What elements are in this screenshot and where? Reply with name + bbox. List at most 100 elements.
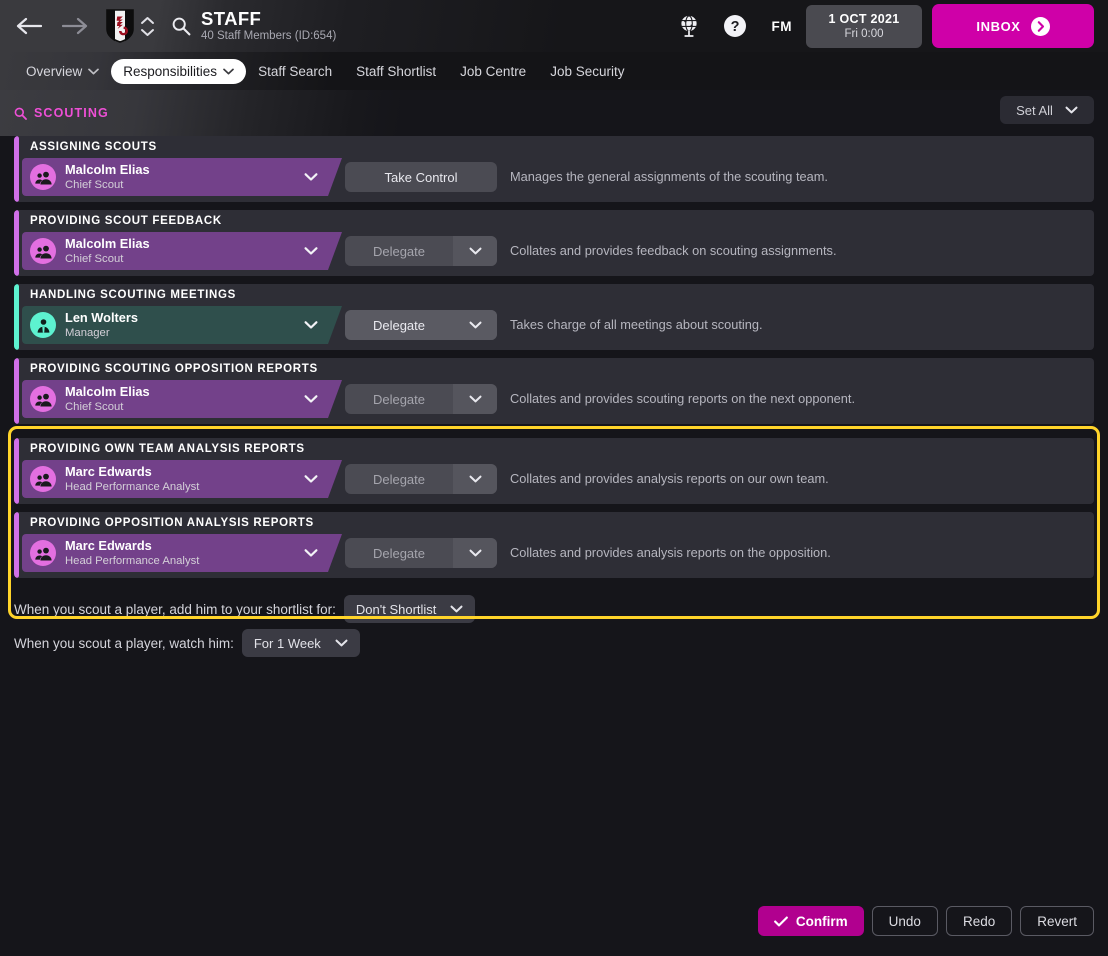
responsibility-label: HANDLING SCOUTING MEETINGS: [30, 289, 237, 301]
tab-job-security[interactable]: Job Security: [538, 59, 636, 84]
tab-job-centre[interactable]: Job Centre: [448, 59, 538, 84]
set-all-button[interactable]: Set All: [1000, 96, 1094, 124]
chevron-down-icon[interactable]: [140, 28, 155, 37]
fm-logo[interactable]: FM: [758, 19, 807, 34]
responsibility-description: Collates and provides scouting reports o…: [510, 391, 856, 406]
tab-label: Responsibilities: [123, 63, 218, 79]
chevron-right-circle-icon: [1030, 16, 1050, 36]
delegate-dropdown-toggle[interactable]: [453, 236, 497, 266]
responsibility-description: Takes charge of all meetings about scout…: [510, 317, 763, 332]
delegate-dropdown-toggle[interactable]: [453, 538, 497, 568]
chevron-down-icon: [469, 549, 481, 557]
responsibility-label: ASSIGNING SCOUTS: [30, 141, 157, 153]
take-control-button[interactable]: Take Control: [345, 162, 497, 192]
tab-staff-search[interactable]: Staff Search: [246, 59, 344, 84]
responsibility-label: PROVIDING SCOUT FEEDBACK: [30, 215, 222, 227]
responsibility-description: Collates and provides feedback on scouti…: [510, 243, 837, 258]
delegate-button[interactable]: Delegate: [345, 310, 497, 340]
undo-button[interactable]: Undo: [871, 906, 938, 936]
responsibility-description: Manages the general assignments of the s…: [510, 169, 828, 184]
revert-button[interactable]: Revert: [1020, 906, 1094, 936]
tab-label: Job Centre: [460, 63, 527, 79]
row-accent-bar: [14, 210, 19, 276]
shortlist-caption: When you scout a player, add him to your…: [14, 601, 336, 617]
help-icon[interactable]: ?: [712, 6, 758, 46]
undo-label: Undo: [888, 913, 921, 929]
search-icon[interactable]: [171, 16, 191, 36]
table-row[interactable]: PROVIDING SCOUTING OPPOSITION REPORTS Ma…: [14, 358, 1094, 424]
person-role: Chief Scout: [65, 179, 124, 191]
redo-button[interactable]: Redo: [945, 906, 1013, 936]
arrow-left-icon[interactable]: [14, 13, 44, 39]
person-name: Malcolm Elias: [65, 384, 150, 399]
scout-avatar-icon: [30, 386, 56, 412]
arrow-right-icon[interactable]: [60, 13, 90, 39]
person-role: Head Performance Analyst: [65, 481, 200, 493]
scout-avatar-icon: [30, 466, 56, 492]
confirm-button[interactable]: Confirm: [757, 906, 864, 936]
person-selector[interactable]: Len Wolters Manager: [22, 306, 342, 344]
person-role: Head Performance Analyst: [65, 555, 200, 567]
globe-icon[interactable]: [666, 6, 712, 46]
tab-label: Overview: [26, 63, 83, 79]
shortlist-select[interactable]: Don't Shortlist: [343, 595, 476, 623]
tab-label: Staff Search: [258, 63, 333, 79]
responsibility-label: PROVIDING OWN TEAM ANALYSIS REPORTS: [30, 443, 305, 455]
delegate-button[interactable]: Delegate: [345, 236, 497, 266]
person-info: Marc Edwards Head Performance Analyst: [65, 538, 199, 568]
date-pill[interactable]: 1 OCT 2021 Fri 0:00: [806, 4, 922, 48]
chevron-down-icon: [304, 475, 318, 484]
delegate-dropdown-toggle[interactable]: [453, 384, 497, 414]
row-accent-bar: [14, 136, 19, 202]
page-title: STAFF: [201, 8, 262, 29]
tab-responsibilities[interactable]: Responsibilities: [111, 58, 247, 84]
header-right-controls: ? FM 1 OCT 2021 Fri 0:00 INBOX: [666, 4, 1108, 48]
person-role: Manager: [65, 327, 110, 339]
chevron-down-icon: [469, 321, 481, 329]
chevron-down-icon: [223, 68, 234, 75]
section-header: SCOUTING Set All: [0, 90, 1108, 136]
person-selector[interactable]: Marc Edwards Head Performance Analyst: [22, 460, 342, 498]
person-name: Malcolm Elias: [65, 162, 150, 177]
person-selector[interactable]: Malcolm Elias Chief Scout: [22, 158, 342, 196]
person-selector[interactable]: Malcolm Elias Chief Scout: [22, 380, 342, 418]
tab-overview[interactable]: Overview: [14, 59, 111, 84]
watch-select[interactable]: For 1 Week: [241, 629, 360, 657]
section-title: SCOUTING: [34, 106, 109, 120]
row-accent-bar: [14, 512, 19, 578]
table-row[interactable]: PROVIDING OPPOSITION ANALYSIS REPORTS Ma…: [14, 512, 1094, 578]
team-switch-chevrons[interactable]: [140, 16, 155, 37]
nav-arrows: [0, 13, 90, 39]
chevron-down-icon: [469, 395, 481, 403]
titlebar: STAFF 40 Staff Members (ID:654) ? FM 1 O…: [0, 0, 1108, 52]
person-info: Len Wolters Manager: [65, 310, 138, 340]
chevron-up-icon[interactable]: [140, 16, 155, 25]
club-badge-area[interactable]: [106, 9, 155, 43]
action-label: Delegate: [372, 471, 426, 487]
inbox-button[interactable]: INBOX: [932, 4, 1094, 48]
date-main: 1 OCT 2021: [828, 11, 900, 26]
action-label: Delegate: [372, 391, 426, 407]
delegate-dropdown-toggle[interactable]: [453, 464, 497, 494]
delegate-button[interactable]: Delegate: [345, 464, 497, 494]
person-selector[interactable]: Malcolm Elias Chief Scout: [22, 232, 342, 270]
watch-preference-row: When you scout a player, watch him: For …: [14, 626, 1094, 660]
table-row[interactable]: PROVIDING OWN TEAM ANALYSIS REPORTS Marc…: [14, 438, 1094, 504]
table-row[interactable]: PROVIDING SCOUT FEEDBACK Malcolm Elias C…: [14, 210, 1094, 276]
chevron-down-icon: [450, 605, 463, 613]
delegate-dropdown-toggle[interactable]: [453, 310, 497, 340]
person-selector[interactable]: Marc Edwards Head Performance Analyst: [22, 534, 342, 572]
table-row[interactable]: HANDLING SCOUTING MEETINGS Len Wolters M…: [14, 284, 1094, 350]
confirm-label: Confirm: [795, 913, 848, 929]
tab-label: Staff Shortlist: [356, 63, 437, 79]
date-sub: Fri 0:00: [844, 27, 884, 40]
person-name: Len Wolters: [65, 310, 139, 325]
scout-avatar-icon: [30, 238, 56, 264]
delegate-button[interactable]: Delegate: [345, 538, 497, 568]
person-info: Malcolm Elias Chief Scout: [65, 384, 150, 414]
table-row[interactable]: ASSIGNING SCOUTS Malcolm Elias Chief Sco…: [14, 136, 1094, 202]
tab-staff-shortlist[interactable]: Staff Shortlist: [344, 59, 448, 84]
delegate-button[interactable]: Delegate: [345, 384, 497, 414]
fulham-fc-crest-icon[interactable]: [106, 9, 134, 43]
chevron-down-icon: [469, 247, 481, 255]
